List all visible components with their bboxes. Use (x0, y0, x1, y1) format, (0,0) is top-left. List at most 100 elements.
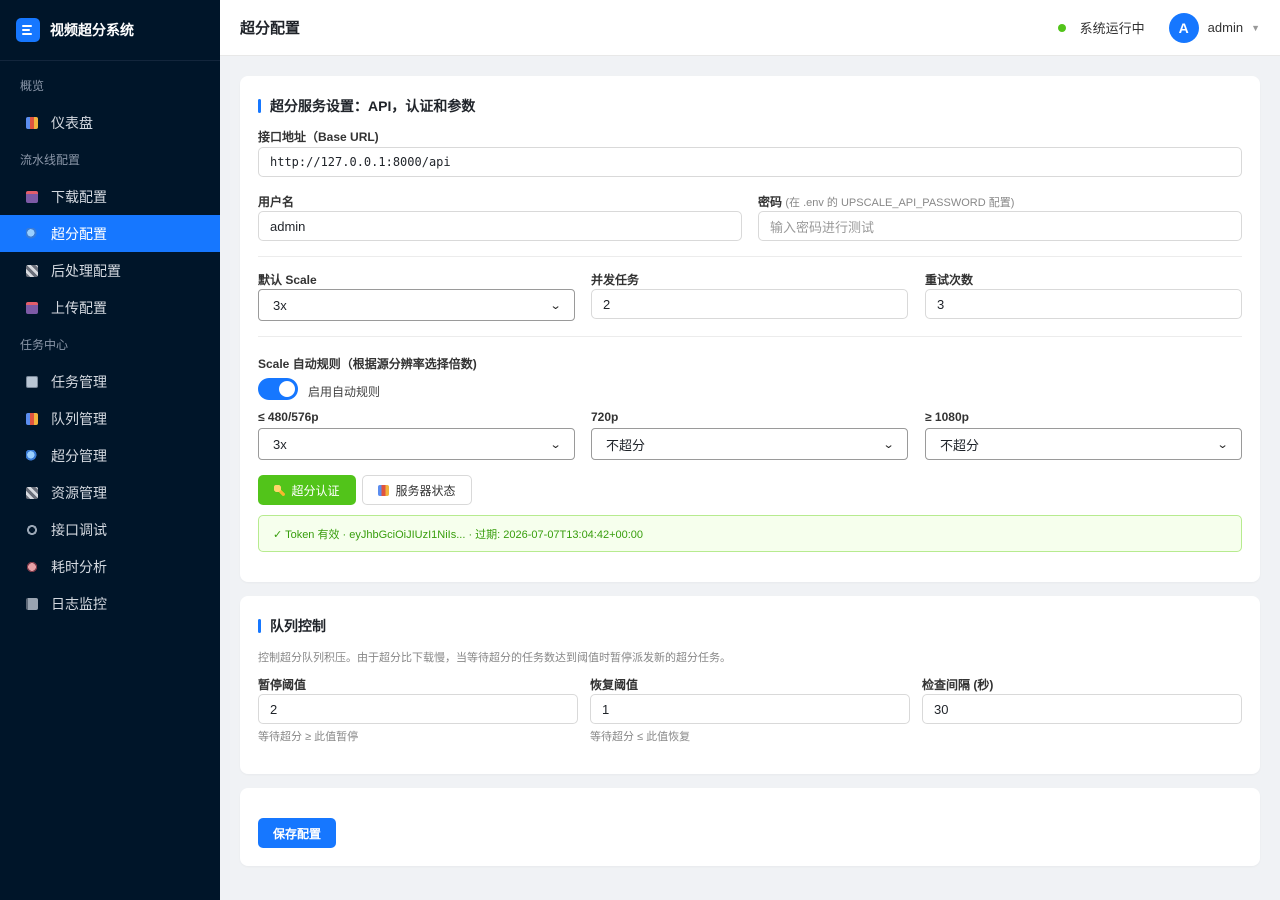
rule-480-select[interactable]: 3x ⌄ (258, 428, 575, 460)
divider (258, 336, 1242, 337)
brand: 视频超分系统 (0, 0, 220, 61)
rule-1080-value: 不超分 (940, 437, 980, 453)
save-card: 保存配置 (240, 788, 1260, 866)
status-indicator-icon (1057, 23, 1066, 32)
sidebar-item-upscale-config[interactable]: 超分配置 (0, 215, 220, 252)
upscale-auth-label: 超分认证 (291, 483, 340, 498)
bar-chart-icon (378, 484, 390, 496)
sidebar-item-label: 仪表盘 (51, 114, 93, 131)
pause-threshold-hint: 等待超分 ≥ 此值暂停 (258, 731, 359, 743)
magnifier-icon (26, 227, 38, 240)
username-label: 用户名 (258, 195, 295, 209)
rule-1080-select[interactable]: 不超分 ⌄ (925, 428, 1242, 460)
bar-chart-icon (26, 116, 38, 129)
password-label-text: 密码 (758, 195, 783, 209)
sidebar-item-label: 接口调试 (51, 521, 107, 538)
token-status-message: ✓ Token 有效 · eyJhbGciOiJIUzI1NiIs... · 过… (258, 515, 1242, 552)
queue-control-card: 队列控制 控制超分队列积压。由于超分比下载慢，当等待超分的任务数达到阈值时暂停派… (240, 596, 1260, 774)
menu-logo-icon (16, 18, 40, 42)
sidebar-item-upscale-management[interactable]: 超分管理 (0, 437, 220, 474)
app-title: 视频超分系统 (50, 22, 134, 38)
nav-group-pipeline: 流水线配置 (20, 152, 81, 167)
sidebar-item-label: 后处理配置 (51, 262, 121, 279)
resume-threshold-hint: 等待超分 ≤ 此值恢复 (590, 731, 691, 743)
default-scale-value: 3x (273, 297, 287, 313)
server-status-button[interactable]: 服务器状态 (362, 475, 472, 505)
section-title: 超分服务设置：API，认证和参数 (258, 96, 475, 116)
username-input[interactable]: admin (258, 211, 742, 241)
sidebar-item-task-management[interactable]: 任务管理 (0, 363, 220, 400)
sidebar-item-postprocess-config[interactable]: 后处理配置 (0, 252, 220, 289)
avatar[interactable]: A (1168, 12, 1199, 43)
top-header: 超分配置 系统运行中 A admin ▼ (220, 0, 1280, 56)
resume-threshold-label: 恢复阈值 (590, 678, 639, 692)
page-title: 超分配置 (240, 20, 301, 37)
rule-480-label: ≤ 480/576p (258, 410, 319, 424)
timer-icon (26, 560, 38, 573)
sidebar-item-label: 耗时分析 (51, 558, 107, 575)
queue-description: 控制超分队列积压。由于超分比下载慢，当等待超分的任务数达到阈值时暂停派发新的超分… (258, 652, 731, 664)
sidebar-item-upload-config[interactable]: 上传配置 (0, 289, 220, 326)
base-url-input[interactable]: http://127.0.0.1:8000/api (258, 147, 1242, 177)
rule-1080-label: ≥ 1080p (925, 410, 969, 424)
retries-label: 重试次数 (925, 273, 974, 287)
clapper-icon (26, 264, 38, 277)
sidebar-item-timing-analysis[interactable]: 耗时分析 (0, 548, 220, 585)
toggle-knob (279, 381, 295, 397)
divider (258, 256, 1242, 257)
sidebar-item-resource-management[interactable]: 资源管理 (0, 474, 220, 511)
default-scale-select[interactable]: 3x ⌄ (258, 289, 575, 321)
sidebar-item-log-monitor[interactable]: 日志监控 (0, 585, 220, 622)
package-icon (26, 301, 38, 314)
retries-input[interactable]: 3 (925, 289, 1242, 319)
chevron-down-icon: ⌄ (549, 438, 562, 451)
sidebar-item-dashboard[interactable]: 仪表盘 (0, 104, 220, 141)
chevron-down-icon: ⌄ (882, 438, 895, 451)
pause-threshold-label: 暂停阈值 (258, 678, 307, 692)
pause-threshold-input[interactable]: 2 (258, 694, 578, 724)
package-icon (26, 190, 38, 203)
sidebar: 视频超分系统 概览 仪表盘 流水线配置 下载配置 超分配置 后处理配置 上传配置… (0, 0, 220, 900)
rule-720-select[interactable]: 不超分 ⌄ (591, 428, 908, 460)
log-icon (26, 597, 38, 610)
concurrency-label: 并发任务 (591, 273, 640, 287)
sidebar-item-label: 资源管理 (51, 484, 107, 501)
auto-rule-label: Scale 自动规则（根据源分辨率选择倍数) (258, 357, 477, 371)
key-icon (274, 484, 286, 496)
sidebar-item-label: 上传配置 (51, 299, 107, 316)
nav-group-tasks: 任务中心 (20, 337, 69, 352)
rule-480-value: 3x (273, 436, 287, 452)
password-input[interactable]: 输入密码进行测试 (758, 211, 1242, 241)
system-status-text: 系统运行中 (1079, 21, 1145, 36)
sidebar-item-queue-management[interactable]: 队列管理 (0, 400, 220, 437)
concurrency-input[interactable]: 2 (591, 289, 908, 319)
auto-rule-toggle-label: 启用自动规则 (308, 385, 381, 399)
chevron-down-icon: ⌄ (549, 299, 562, 312)
sidebar-item-label: 超分配置 (51, 225, 107, 242)
sidebar-item-label: 队列管理 (51, 410, 107, 427)
check-interval-label: 检查间隔 (秒) (922, 678, 994, 692)
upscale-auth-button[interactable]: 超分认证 (258, 475, 356, 505)
sidebar-item-label: 任务管理 (51, 373, 107, 390)
clapper-icon (26, 486, 38, 499)
base-url-label: 接口地址（Base URL) (258, 130, 379, 144)
default-scale-label: 默认 Scale (258, 273, 317, 287)
sidebar-item-label: 下载配置 (51, 188, 107, 205)
sidebar-item-download-config[interactable]: 下载配置 (0, 178, 220, 215)
save-button[interactable]: 保存配置 (258, 818, 336, 848)
chevron-down-icon: ⌄ (1216, 438, 1229, 451)
rule-720-value: 不超分 (606, 437, 646, 453)
check-interval-input[interactable]: 30 (922, 694, 1242, 724)
sidebar-item-label: 日志监控 (51, 595, 107, 612)
magnifier-icon (26, 449, 38, 462)
server-status-label: 服务器状态 (395, 483, 456, 498)
auto-rule-toggle[interactable] (258, 378, 298, 400)
resume-threshold-input[interactable]: 1 (590, 694, 910, 724)
sidebar-item-label: 超分管理 (51, 447, 107, 464)
sidebar-item-api-debug[interactable]: 接口调试 (0, 511, 220, 548)
password-hint: (在 .env 的 UPSCALE_API_PASSWORD 配置) (785, 197, 1015, 209)
user-name[interactable]: admin (1208, 20, 1243, 35)
upscale-settings-card: 超分服务设置：API，认证和参数 接口地址（Base URL) http://1… (240, 76, 1260, 582)
chevron-down-icon[interactable]: ▼ (1251, 23, 1260, 33)
section-title: 队列控制 (258, 616, 326, 636)
